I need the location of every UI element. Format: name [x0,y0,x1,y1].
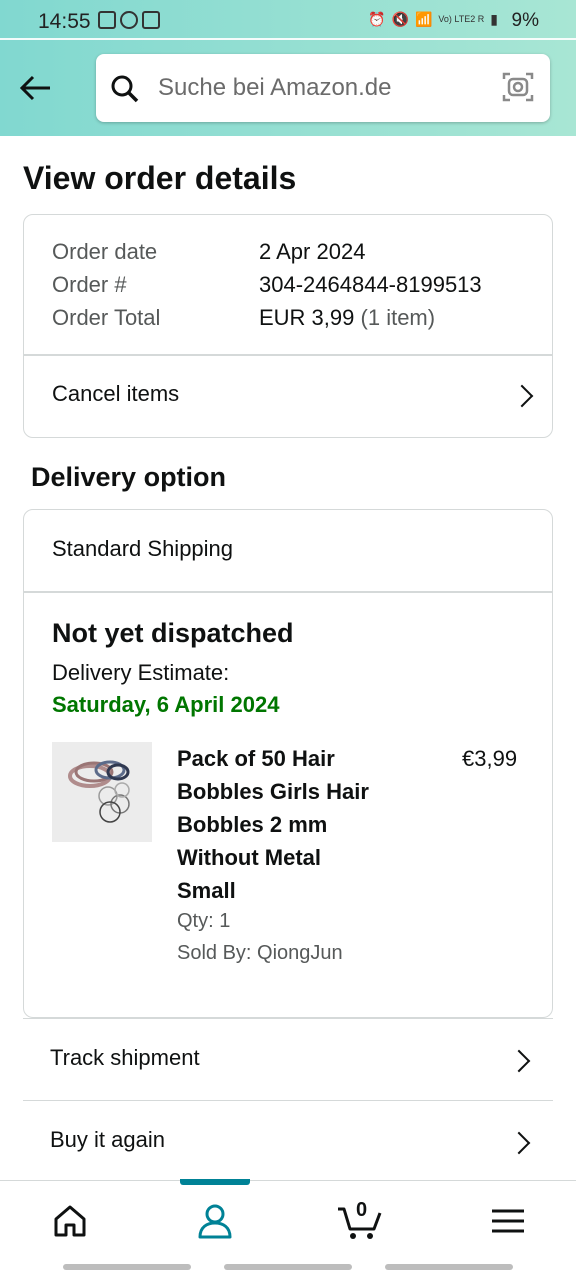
network-label: Vo) LTE2 R [438,14,485,24]
gesture-bar [224,1264,352,1270]
order-date-label: Order date [52,239,158,264]
delivery-card: Standard Shipping Not yet dispatched Del… [23,509,553,1018]
cancel-items-label: Cancel items [52,381,180,406]
product-price: €3,99 [462,746,518,771]
whatsapp-notification-icon [120,11,138,29]
estimate-date: Saturday, 6 April 2024 [52,692,280,717]
hair-bobbles-image [52,742,152,842]
menu-icon [492,1209,524,1233]
gesture-bar [63,1264,191,1270]
chevron-right-icon [507,1049,531,1073]
product-seller: Sold By: QiongJun [177,942,343,964]
order-total-label: Order Total [52,305,161,330]
home-icon [54,1205,86,1237]
estimate-label: Delivery Estimate: [52,660,230,685]
bottom-navigation: 0 [0,1179,576,1259]
page-title: View order details [23,160,297,196]
order-number-label: Order # [52,272,127,297]
wifi-icon: 📶 [414,11,433,27]
product-name[interactable]: Pack of 50 Hair Bobbles Girls Hair Bobbl… [177,742,397,907]
shipment-status: Not yet dispatched [52,618,294,648]
gallery-notification-icon [98,11,116,29]
track-shipment-row[interactable]: Track shipment [23,1018,553,1101]
battery-level: 9% [511,10,539,31]
active-tab-indicator [180,1179,250,1185]
alarm-icon: ⏰ [368,11,386,27]
back-arrow-icon [19,75,50,101]
track-shipment-label: Track shipment [50,1045,200,1070]
order-total-value: EUR 3,99 (1 item) [259,305,436,330]
app-header: 14:55 ⏰ 🔇 📶 Vo) LTE2 R ▮ 9% Suche bei Am… [0,0,576,136]
camera-scan-icon[interactable] [502,70,534,104]
order-date-value: 2 Apr 2024 [259,239,366,264]
search-icon [111,75,139,103]
cart-count: 0 [356,1199,368,1221]
search-input[interactable]: Suche bei Amazon.de [158,74,392,102]
buy-it-again-row[interactable]: Buy it again [23,1100,553,1183]
nav-menu[interactable] [488,1201,528,1241]
gesture-bar [385,1264,513,1270]
nav-cart[interactable]: 0 [336,1199,384,1241]
status-bar: 14:55 ⏰ 🔇 📶 Vo) LTE2 R ▮ 9% [0,0,576,40]
product-thumbnail[interactable] [52,742,152,842]
mute-icon: 🔇 [391,11,409,27]
order-number-value: 304-2464844-8199513 [259,272,482,297]
status-time: 14:55 [38,10,91,33]
order-summary-card: Order date 2 Apr 2024 Order # 304-246484… [23,214,553,438]
search-bar[interactable]: Suche bei Amazon.de [96,54,550,122]
product-quantity: Qty: 1 [177,910,231,932]
cancel-items-row[interactable]: Cancel items [24,355,552,437]
shipping-method: Standard Shipping [52,536,234,561]
nav-account[interactable] [195,1201,235,1241]
account-icon [198,1204,232,1239]
chevron-right-icon [507,1131,531,1155]
nav-home[interactable] [50,1201,90,1241]
chevron-right-icon [510,384,534,408]
buy-it-again-label: Buy it again [50,1127,165,1152]
back-button[interactable] [18,70,54,106]
app-notification-icon [142,11,160,29]
signal-icon: ▮ [490,11,498,27]
delivery-section-title: Delivery option [31,462,227,492]
